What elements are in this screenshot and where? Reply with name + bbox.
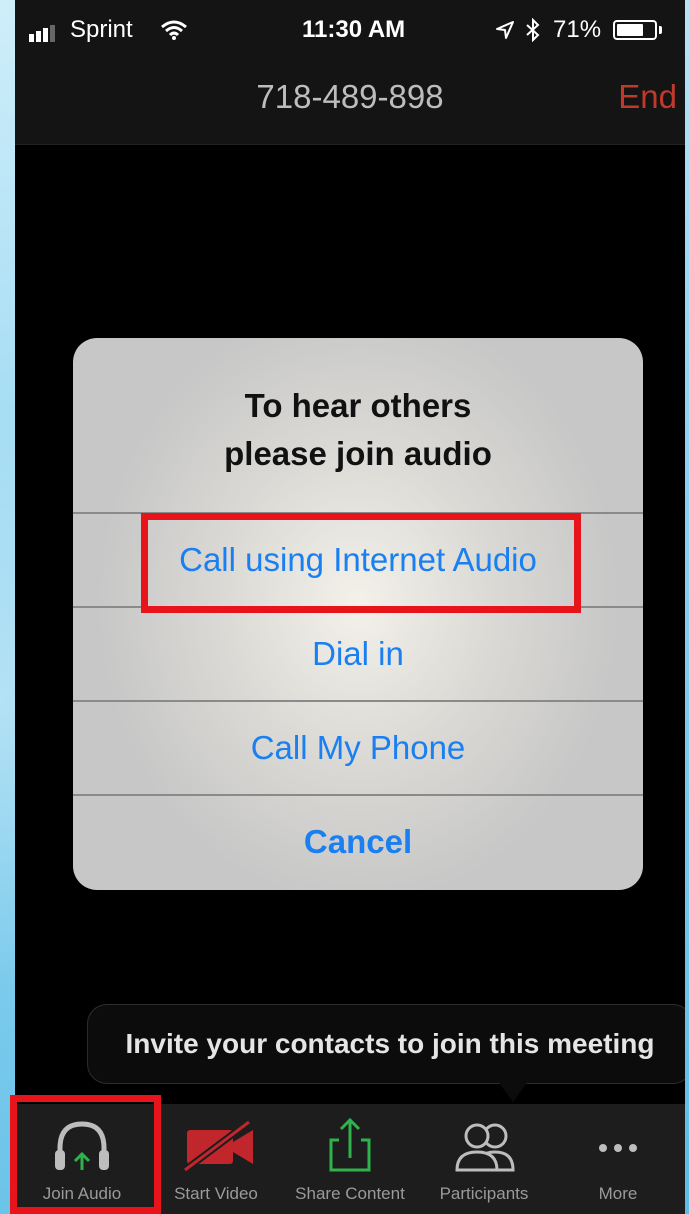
meeting-id: 718-489-898: [256, 78, 444, 115]
start-video-button[interactable]: Start Video: [149, 1104, 283, 1214]
bluetooth-icon: [526, 18, 540, 42]
battery-icon: [613, 20, 657, 40]
cancel-button[interactable]: Cancel: [73, 796, 643, 888]
dialog-title-line2: please join audio: [224, 435, 492, 472]
dial-in-button[interactable]: Dial in: [73, 608, 643, 700]
share-content-button[interactable]: Share Content: [283, 1104, 417, 1214]
carrier-name: Sprint: [70, 16, 133, 43]
call-my-phone-button[interactable]: Call My Phone: [73, 702, 643, 794]
join-audio-dialog: To hear others please join audio Call us…: [73, 338, 643, 890]
participants-icon: [455, 1123, 515, 1172]
battery-percentage: 71%: [553, 16, 602, 43]
battery-tip: [659, 26, 662, 34]
more-label: More: [598, 1184, 638, 1203]
start-video-label: Start Video: [174, 1184, 258, 1203]
signal-icon: [29, 24, 57, 42]
more-dots-icon: [599, 1144, 637, 1152]
more-button[interactable]: More: [551, 1104, 685, 1214]
meeting-header: 718-489-898 End: [15, 60, 685, 145]
participants-button[interactable]: Participants: [417, 1104, 551, 1214]
participants-label: Participants: [439, 1184, 529, 1203]
wifi-icon: [161, 20, 187, 40]
location-icon: [496, 21, 514, 39]
end-meeting-button[interactable]: End: [618, 78, 677, 116]
join-audio-highlight: [10, 1095, 161, 1214]
invite-contacts-banner[interactable]: Invite your contacts to join this meetin…: [87, 1004, 685, 1084]
invite-bubble-tail: [497, 1080, 529, 1102]
video-off-icon: [182, 1119, 253, 1173]
phone-screen: Sprint 11:30 AM 71% 718-489-898 End To h…: [15, 0, 685, 1214]
dialog-title-line1: To hear others: [244, 387, 472, 424]
share-icon: [329, 1117, 371, 1172]
dialog-title: To hear others please join audio: [73, 382, 643, 478]
share-content-label: Share Content: [295, 1184, 405, 1203]
status-bar: Sprint 11:30 AM 71%: [15, 0, 685, 60]
internet-audio-highlight: [141, 513, 581, 613]
clock-time: 11:30 AM: [302, 16, 406, 43]
